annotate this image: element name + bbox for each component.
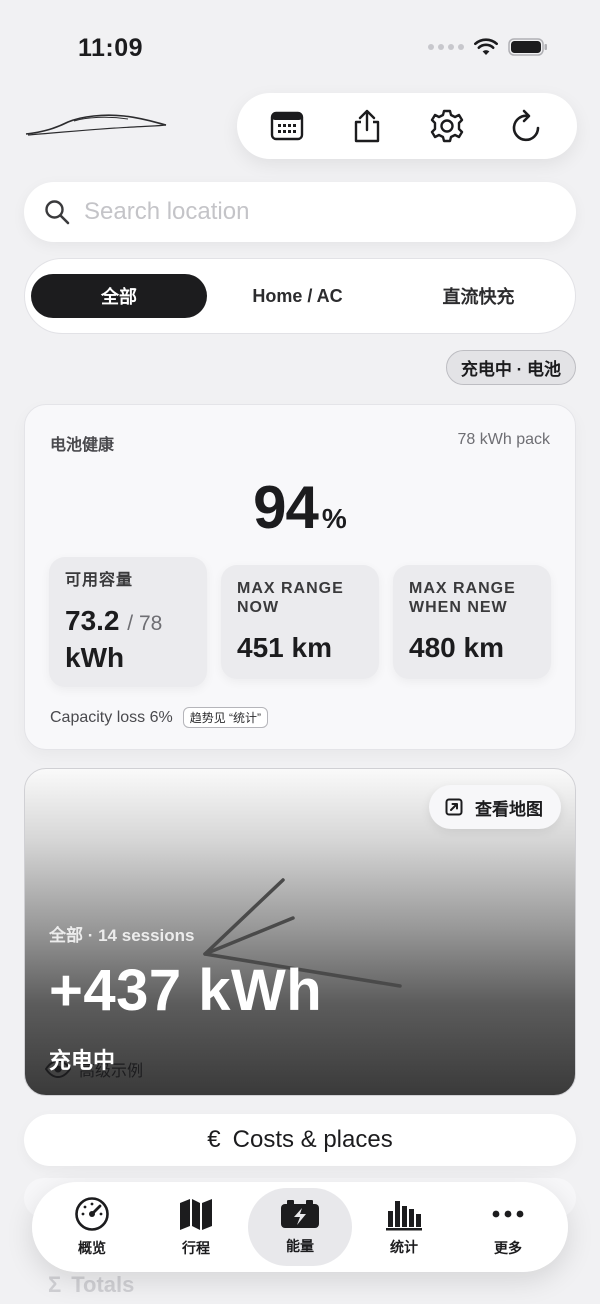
status-icons — [428, 38, 548, 56]
tab-trips-label: 行程 — [182, 1240, 210, 1256]
open-map-icon — [445, 798, 463, 816]
refresh-icon — [512, 109, 540, 142]
tab-overview-label: 概览 — [78, 1240, 106, 1256]
health-unit: % — [321, 503, 347, 534]
status-chip[interactable]: 充电中 · 电池 — [445, 350, 576, 385]
max-range-new-label-line1: MAX RANGE — [409, 580, 516, 597]
segment-all[interactable]: 全部 — [31, 274, 207, 318]
sessions-summary: 全部 · 14 sessions — [49, 926, 195, 945]
charging-summary-card[interactable]: 查看地图 全部 · 14 sessions +437 kWh 高级示例 充电中 — [24, 768, 576, 1096]
capacity-value: 73.2 — [65, 605, 120, 636]
share-icon — [354, 109, 380, 143]
search-bar[interactable] — [24, 182, 576, 242]
segment-home-ac[interactable]: Home / AC — [207, 274, 388, 318]
settings-button[interactable] — [419, 98, 475, 154]
tab-more[interactable]: 更多 — [456, 1188, 560, 1266]
capacity-loss-row: Capacity loss 6% 趋势见 “统计” — [50, 707, 269, 728]
share-button[interactable] — [339, 98, 395, 154]
view-map-label: 查看地图 — [475, 799, 543, 819]
toolbar — [237, 93, 577, 159]
gear-icon — [430, 109, 464, 143]
wifi-icon — [474, 38, 498, 55]
capacity-loss-text: Capacity loss 6% — [50, 708, 173, 726]
car-logo — [25, 114, 167, 136]
tab-stats[interactable]: 统计 — [352, 1188, 456, 1266]
usable-capacity-label: 可用容量 — [65, 572, 134, 589]
health-percentage: 94% — [25, 473, 575, 542]
capacity-unit: kWh — [65, 642, 125, 673]
tab-energy-label: 能量 — [286, 1238, 314, 1254]
costs-places-button[interactable]: € Costs & places — [24, 1114, 576, 1166]
calendar-icon — [270, 111, 304, 141]
total-energy: +437 kWh — [49, 958, 323, 1023]
battery-icon — [508, 38, 547, 56]
max-range-new-label-line2: WHEN NEW — [409, 599, 508, 616]
max-range-new-tile: MAX RANGE WHEN NEW 480 km — [393, 565, 551, 679]
battery-charge-icon — [281, 1200, 319, 1228]
refresh-button[interactable] — [499, 98, 555, 154]
view-map-button[interactable]: 查看地图 — [429, 785, 561, 829]
usable-capacity-value: 73.2 / 78 — [65, 604, 191, 641]
capacity-total: / 78 — [127, 612, 163, 635]
sigma-icon: Σ — [48, 1272, 62, 1297]
max-range-new-value: 480 km — [409, 632, 504, 663]
pack-size: 78 kWh pack — [457, 431, 550, 448]
filter-segmented-control: 全部 Home / AC 直流快充 — [24, 258, 576, 334]
max-range-now-label: MAX RANGE NOW — [237, 579, 363, 617]
costs-places-label: Costs & places — [232, 1126, 393, 1153]
segment-dc-fast[interactable]: 直流快充 — [388, 274, 569, 318]
tab-energy[interactable]: 能量 — [248, 1188, 352, 1266]
totals-section-title: Σ Totals — [48, 1272, 134, 1298]
search-input[interactable] — [84, 198, 556, 226]
status-time: 11:09 — [78, 34, 144, 62]
totals-label: Totals — [71, 1272, 135, 1297]
charging-status: 充电中 — [49, 1048, 116, 1073]
max-range-now-value: 451 km — [237, 632, 332, 663]
max-range-now-label-line1: MAX RANGE — [237, 580, 344, 597]
bottom-tab-bar: 概览 行程 能量 统计 更多 — [32, 1182, 568, 1272]
health-value: 94 — [253, 474, 319, 541]
calendar-button[interactable] — [259, 98, 315, 154]
cellular-signal-icon — [428, 44, 464, 50]
bar-chart-icon — [386, 1201, 422, 1231]
tab-overview[interactable]: 概览 — [40, 1188, 144, 1266]
tab-more-label: 更多 — [494, 1240, 522, 1256]
max-range-new-label: MAX RANGE WHEN NEW — [409, 579, 535, 617]
battery-health-card: 电池健康 78 kWh pack 94% 可用容量 73.2 / 78 kWh … — [24, 404, 576, 750]
battery-health-title: 电池健康 — [50, 437, 115, 454]
search-icon — [45, 200, 70, 225]
euro-icon: € — [207, 1126, 221, 1153]
tab-trips[interactable]: 行程 — [144, 1188, 248, 1266]
usable-capacity-tile: 可用容量 73.2 / 78 kWh — [49, 557, 207, 687]
max-range-now-label-line2: NOW — [237, 599, 280, 616]
max-range-now-tile: MAX RANGE NOW 451 km — [221, 565, 379, 679]
more-icon — [492, 1210, 524, 1218]
speedometer-icon — [75, 1197, 109, 1231]
map-icon — [180, 1199, 212, 1230]
trend-chip[interactable]: 趋势见 “统计” — [182, 707, 269, 728]
tab-stats-label: 统计 — [390, 1239, 418, 1255]
